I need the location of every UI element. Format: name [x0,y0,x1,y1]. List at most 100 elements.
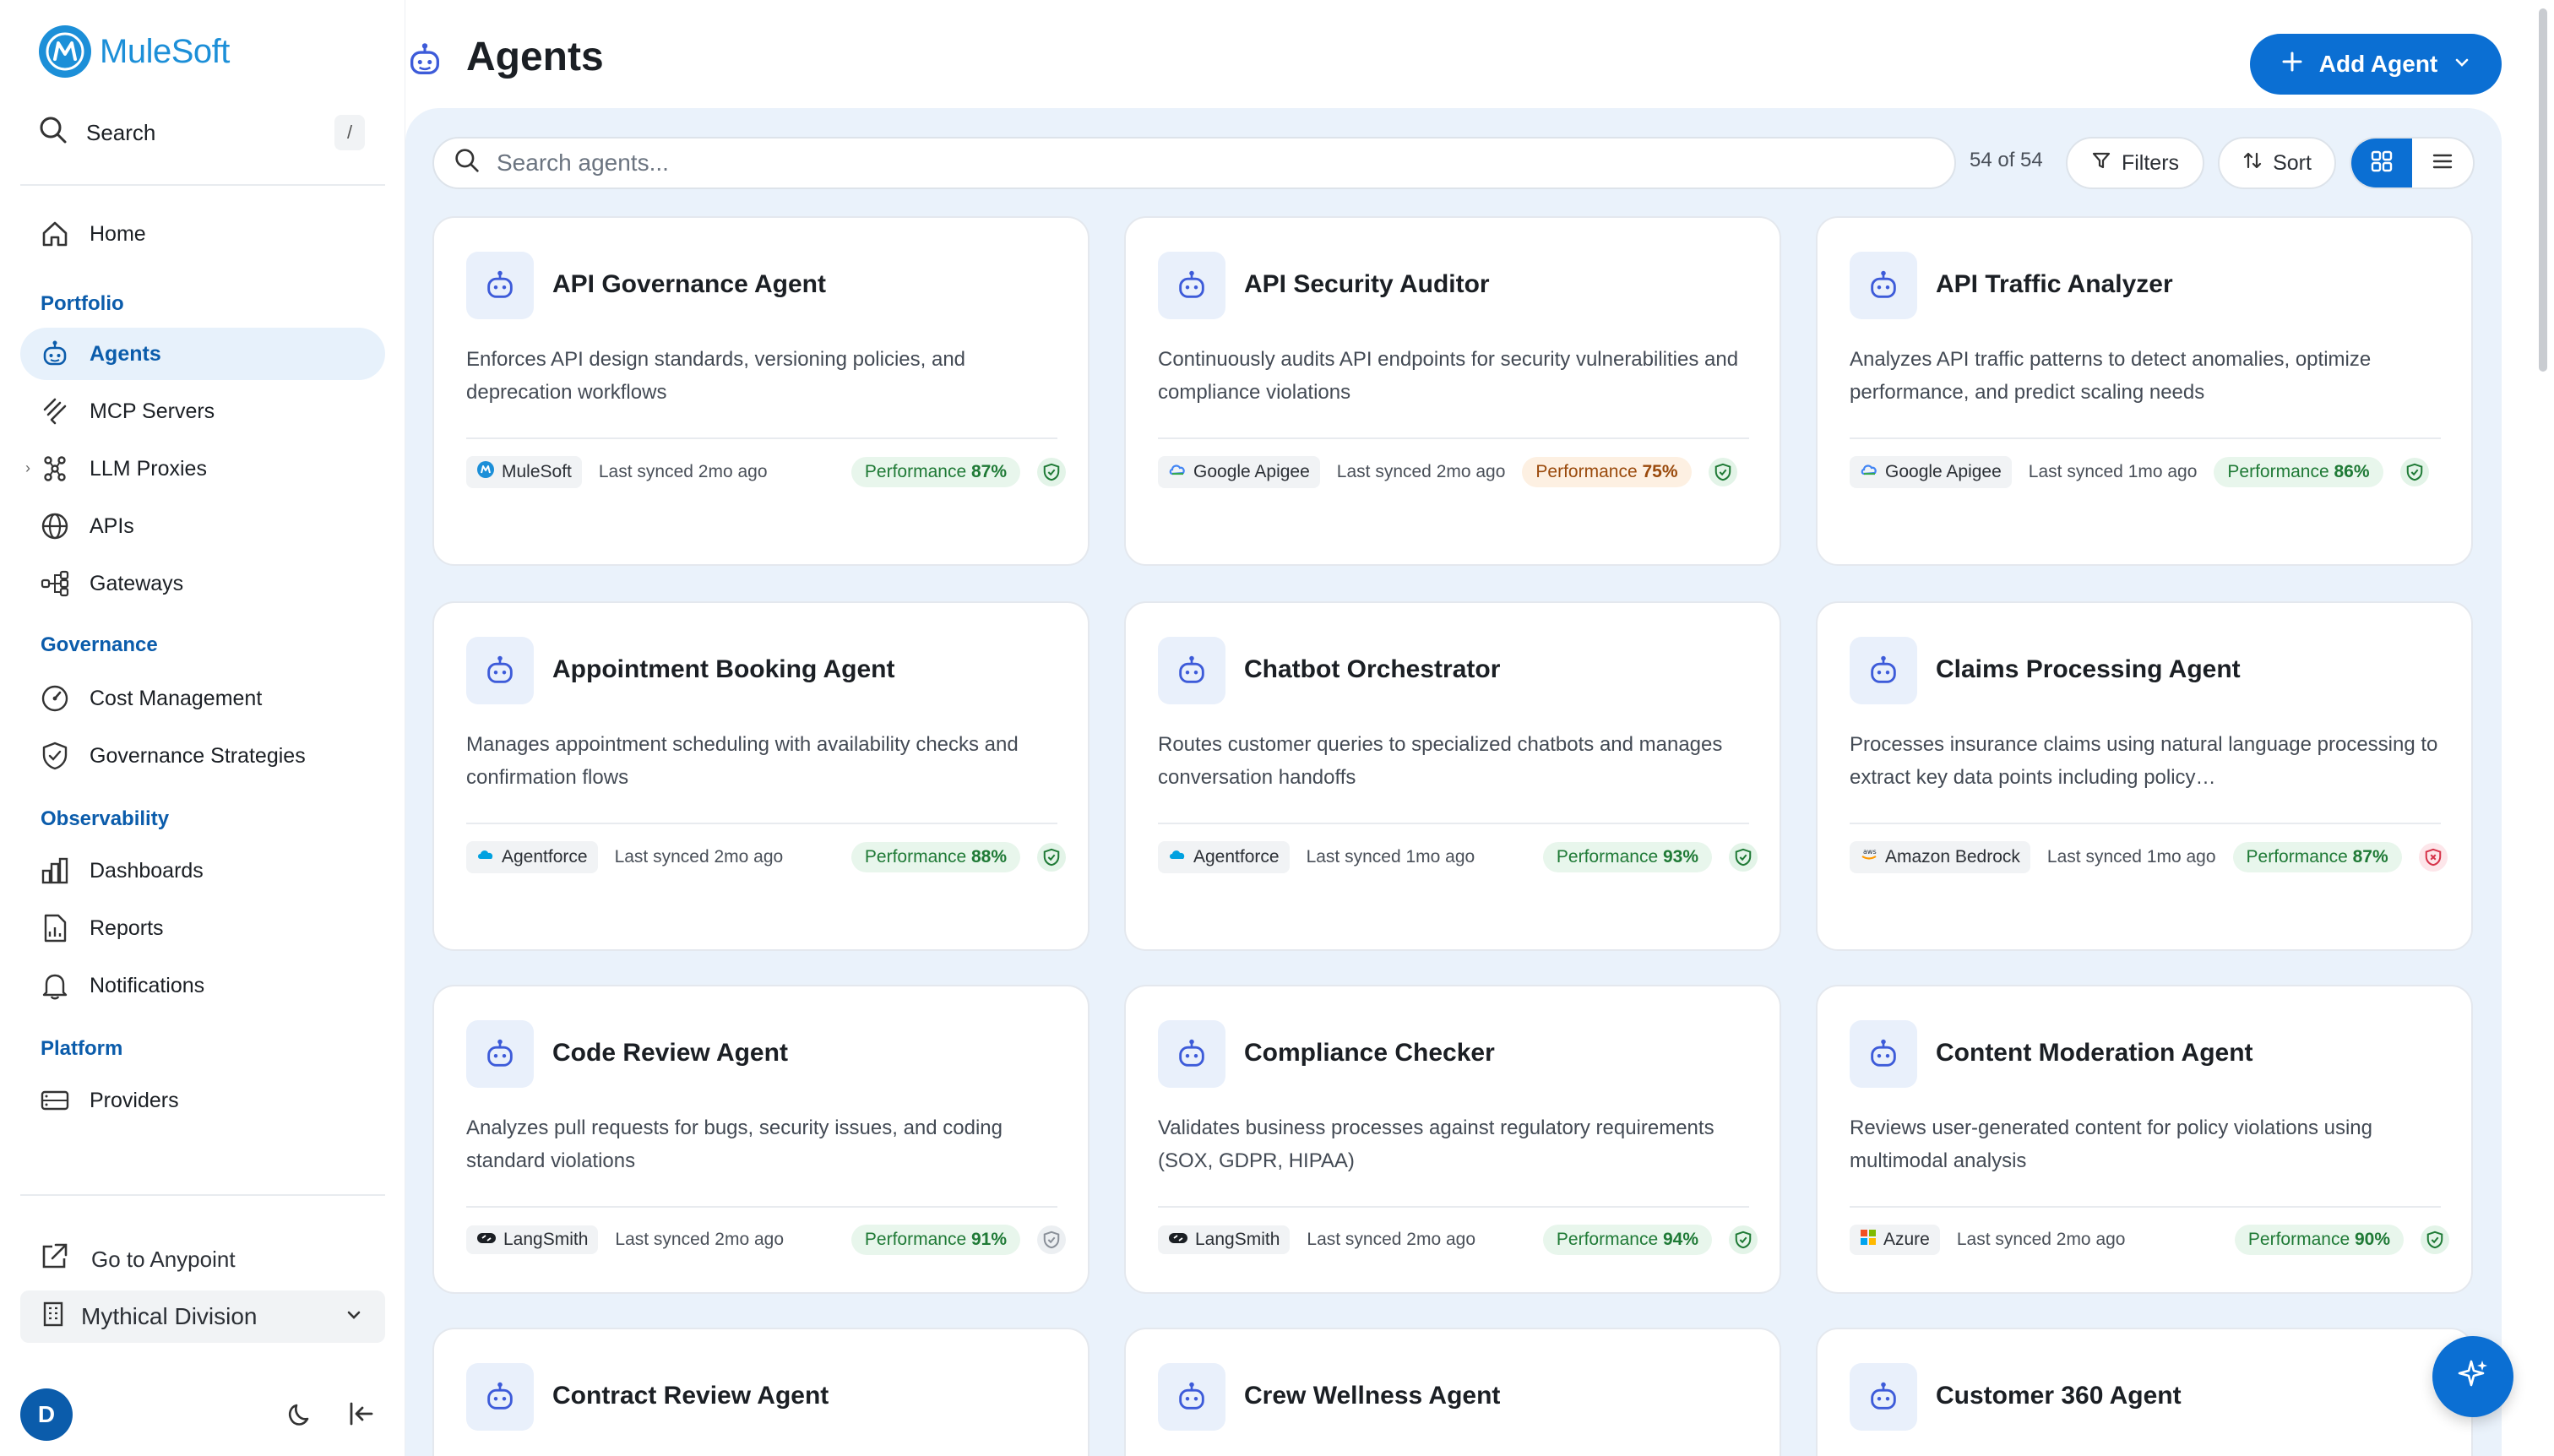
provider-badge: MuleSoft [466,456,582,488]
section-title-portfolio: Portfolio [41,292,124,315]
agent-meta: Agentforce Last synced 1mo ago Performan… [1158,841,1758,873]
shield-check-icon [2421,1225,2449,1254]
go-to-anypoint-link[interactable]: Go to Anypoint [39,1241,236,1278]
agent-card[interactable]: Customer 360 Agent [1816,1328,2473,1456]
provider-name: Agentforce [502,847,588,867]
svg-text:aws: aws [1863,848,1877,856]
agent-card[interactable]: Appointment Booking Agent Manages appoin… [432,601,1090,951]
robot-icon [1850,1363,1917,1431]
agent-card[interactable]: API Governance Agent Enforces API design… [432,216,1090,566]
filters-button[interactable]: Filters [2066,137,2204,189]
provider-name: Azure [1883,1230,1930,1249]
sidebar-item-dashboards[interactable]: Dashboards [20,845,385,897]
ai-assistant-button[interactable] [2432,1336,2513,1417]
agent-description: Processes insurance claims using natural… [1850,733,2438,789]
report-icon [39,912,71,944]
shield-check-icon [2399,458,2429,486]
user-avatar[interactable]: D [20,1388,73,1441]
card-divider [1850,437,2441,439]
server-icon [39,1084,71,1116]
robot-icon [1850,637,1917,704]
page-scrollbar[interactable] [2537,0,2549,380]
division-selector[interactable]: Mythical Division [20,1290,385,1343]
agent-description: Analyzes API traffic patterns to detect … [1850,348,2372,404]
scrollbar-thumb[interactable] [2539,8,2547,372]
agent-title: Compliance Checker [1244,1039,1495,1067]
langsmith-icon [476,1230,497,1250]
sidebar-item-apis[interactable]: APIs [20,500,385,552]
list-view-button[interactable] [2412,139,2473,187]
agent-card[interactable]: Content Moderation Agent Reviews user-ge… [1816,985,2473,1294]
langsmith-icon [1168,1230,1188,1250]
performance-label: Performance [864,847,967,867]
performance-label: Performance [1556,1230,1659,1249]
sparkle-icon [2454,1356,2492,1398]
dark-mode-toggle-icon[interactable] [285,1399,316,1433]
card-divider [1158,1206,1749,1208]
card-divider [1850,823,2441,824]
agents-search-input[interactable]: Search agents... [432,137,1956,189]
sidebar-item-providers[interactable]: Providers [20,1074,385,1127]
sidebar: MuleSoft Search / Home Portfolio Agents … [0,0,405,1456]
agent-card[interactable]: API Traffic Analyzer Analyzes API traffi… [1816,216,2473,566]
sidebar-item-gateways[interactable]: Gateways [20,557,385,610]
last-synced: Last synced 2mo ago [614,847,784,867]
agent-card[interactable]: Contract Review Agent [432,1328,1090,1456]
brand-logo[interactable]: MuleSoft [39,25,230,78]
shield-check-icon [1708,458,1737,486]
sidebar-item-mcp-servers[interactable]: MCP Servers [20,385,385,437]
robot-icon [466,252,534,319]
sidebar-item-label: APIs [90,513,134,538]
provider-badge: Agentforce [1158,841,1290,873]
sidebar-item-reports[interactable]: Reports [20,902,385,954]
agent-description: Manages appointment scheduling with avai… [466,733,1019,789]
go-to-anypoint-label: Go to Anypoint [91,1247,236,1272]
provider-badge: LangSmith [1158,1225,1291,1254]
mulesoft-logo-icon [39,25,91,78]
agent-title: Customer 360 Agent [1936,1382,2182,1410]
results-count: 54 of 54 [1970,149,2043,171]
card-divider [466,1206,1057,1208]
last-synced: Last synced 2mo ago [598,462,768,481]
agent-card[interactable]: Crew Wellness Agent [1124,1328,1781,1456]
agent-card[interactable]: Claims Processing Agent Processes insura… [1816,601,2473,951]
performance-value: 86% [2334,462,2370,481]
sidebar-item-label: Home [90,221,146,246]
sidebar-item-home[interactable]: Home [20,208,385,260]
add-agent-button[interactable]: Add Agent [2250,34,2502,95]
robot-icon [466,637,534,704]
agent-meta: Agentforce Last synced 2mo ago Performan… [466,841,1066,873]
provider-badge: Azure [1850,1225,1940,1255]
sidebar-item-cost-management[interactable]: Cost Management [20,672,385,725]
sidebar-item-notifications[interactable]: Notifications [20,959,385,1012]
agent-card[interactable]: Compliance Checker Validates business pr… [1124,985,1781,1294]
external-link-icon [39,1241,69,1278]
performance-value: 94% [1662,1230,1698,1249]
agent-card[interactable]: API Security Auditor Continuously audits… [1124,216,1781,566]
agent-meta: Google Apigee Last synced 1mo ago Perfor… [1850,456,2449,488]
provider-name: LangSmith [503,1230,589,1249]
section-title-observability: Observability [41,807,170,830]
agent-description: Reviews user-generated content for polic… [1850,1116,2372,1172]
last-synced: Last synced 2mo ago [1956,1230,2126,1249]
google-cloud-icon [1168,460,1187,484]
performance-badge: Performance 87% [850,457,1020,487]
card-divider [1158,437,1749,439]
division-name: Mythical Division [81,1303,258,1329]
agent-card[interactable]: Code Review Agent Analyzes pull requests… [432,985,1090,1294]
sidebar-item-llm-proxies[interactable]: LLM Proxies [20,443,385,495]
grid-view-button[interactable] [2351,139,2412,187]
agent-meta: LangSmith Last synced 2mo ago Performanc… [466,1225,1066,1255]
last-synced: Last synced 1mo ago [1306,847,1475,867]
sidebar-search[interactable]: Search / [39,115,365,150]
search-placeholder: Search agents... [497,149,669,176]
agent-card[interactable]: Chatbot Orchestrator Routes customer que… [1124,601,1781,951]
provider-badge: Google Apigee [1158,456,1320,488]
sidebar-item-governance-strategies[interactable]: Governance Strategies [20,730,385,782]
collapse-sidebar-icon[interactable] [346,1399,377,1433]
sidebar-item-label: Agents [90,341,161,366]
search-icon [39,116,68,150]
agent-title: Chatbot Orchestrator [1244,655,1501,683]
sidebar-item-agents[interactable]: Agents [20,328,385,380]
sort-button[interactable]: Sort [2218,137,2336,189]
